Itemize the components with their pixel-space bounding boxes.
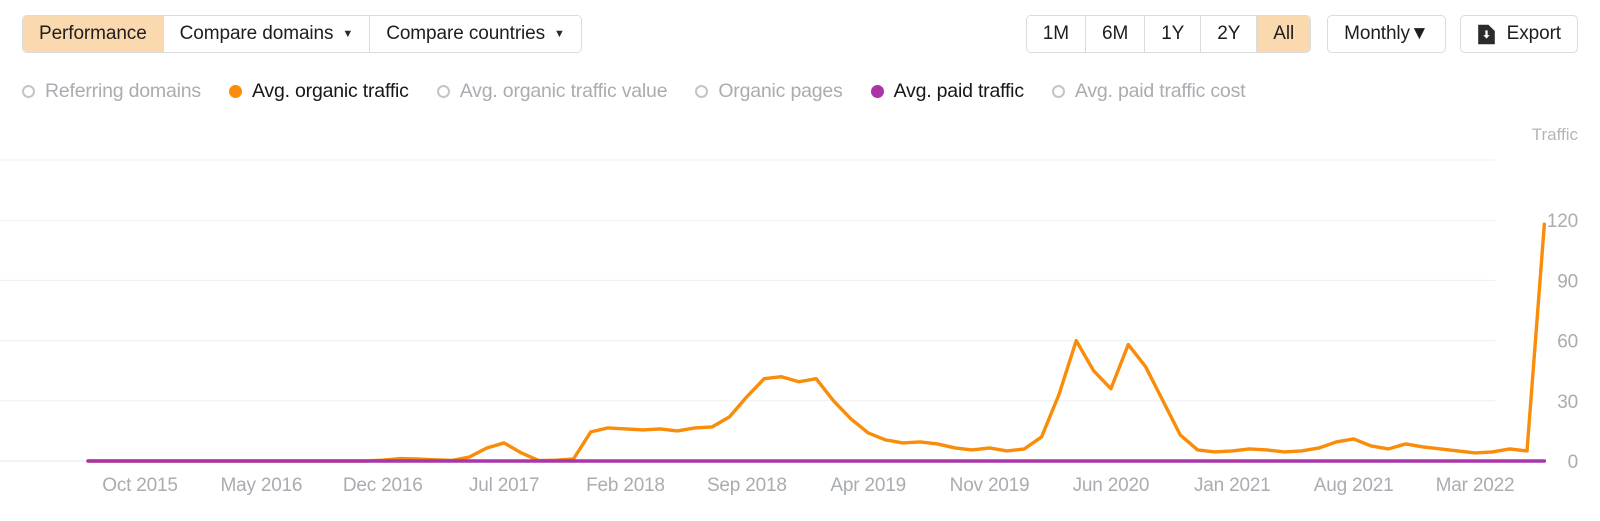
y-axis-tick-label: 0 bbox=[1568, 452, 1578, 473]
chart-gridlines bbox=[0, 159, 1495, 462]
y-axis-tick-label: 30 bbox=[1557, 392, 1578, 413]
y-axis-tick-label: 120 bbox=[1547, 211, 1578, 232]
range-2y[interactable]: 2Y bbox=[1201, 16, 1258, 52]
time-range-group: 1M 6M 1Y 2Y All bbox=[1025, 15, 1312, 53]
legend-dot-icon bbox=[1051, 84, 1065, 98]
y-axis-title: Traffic bbox=[1532, 125, 1579, 144]
x-axis-tick-label: Dec 2016 bbox=[343, 475, 423, 496]
legend-item-avg-organic-traffic[interactable]: Avg. organic traffic bbox=[228, 79, 409, 103]
range-all-label: All bbox=[1273, 23, 1295, 44]
legend-dot-icon bbox=[695, 84, 709, 98]
chart-legend: Referring domains Avg. organic traffic A… bbox=[22, 74, 1246, 108]
y-axis-tick-label: 90 bbox=[1557, 271, 1578, 292]
legend-item-referring-domains[interactable]: Referring domains bbox=[22, 80, 201, 103]
tab-compare-countries[interactable]: Compare countries ▼ bbox=[370, 16, 581, 52]
x-axis-tick-label: Apr 2019 bbox=[830, 475, 906, 496]
x-axis-tick-label: Jun 2020 bbox=[1073, 475, 1150, 496]
range-1m-label: 1M bbox=[1042, 23, 1069, 44]
legend-item-avg-organic-traffic-value[interactable]: Avg. organic traffic value bbox=[436, 79, 668, 103]
legend-dot-icon bbox=[22, 84, 35, 98]
granularity-label: Monthly bbox=[1344, 23, 1410, 44]
legend-label: Organic pages bbox=[718, 79, 843, 102]
legend-label: Referring domains bbox=[45, 79, 201, 102]
x-axis-labels: Oct 2015 May 2016 Dec 2016 Jul 2017 Feb 2018… bbox=[102, 475, 1514, 496]
y-axis-tick-label: 60 bbox=[1557, 332, 1578, 353]
range-6m[interactable]: 6M bbox=[1086, 16, 1146, 52]
x-axis-tick-label: Feb 2018 bbox=[586, 475, 665, 496]
chevron-down-icon: ▼ bbox=[1409, 23, 1429, 44]
export-button[interactable]: Export bbox=[1459, 15, 1578, 53]
granularity-dropdown[interactable]: Monthly ▼ bbox=[1327, 15, 1446, 53]
tab-compare-domains-label: Compare domains bbox=[179, 23, 334, 44]
series-line bbox=[86, 222, 1547, 463]
toolbar-left-group: Performance Compare domains ▼ Compare co… bbox=[22, 15, 582, 53]
x-axis-tick-label: Mar 2022 bbox=[1436, 475, 1515, 496]
tab-compare-domains[interactable]: Compare domains ▼ bbox=[163, 16, 371, 52]
range-all[interactable]: All bbox=[1257, 16, 1311, 52]
legend-dot-icon bbox=[436, 84, 450, 98]
x-axis-tick-label: Jan 2021 bbox=[1194, 475, 1271, 496]
legend-dot-icon bbox=[228, 84, 242, 98]
traffic-chart: 120 90 60 30 0 Oct 2015 May 2016 Dec 2016 Jul 2… bbox=[0, 112, 1600, 521]
tab-performance[interactable]: Performance bbox=[23, 16, 164, 52]
legend-item-organic-pages[interactable]: Organic pages bbox=[695, 79, 843, 103]
export-label: Export bbox=[1506, 23, 1561, 44]
tab-compare-countries-label: Compare countries bbox=[386, 23, 546, 44]
chart-series-layer bbox=[86, 222, 1547, 463]
traffic-chart-svg: 120 90 60 30 0 Oct 2015 May 2016 Dec 2016 Jul 2… bbox=[0, 125, 1579, 496]
legend-dot-icon bbox=[870, 84, 884, 98]
range-2y-label: 2Y bbox=[1217, 23, 1241, 44]
file-download-icon bbox=[1477, 24, 1495, 44]
chevron-down-icon: ▼ bbox=[342, 27, 354, 40]
range-6m-label: 6M bbox=[1102, 23, 1129, 44]
legend-item-avg-paid-traffic[interactable]: Avg. paid traffic bbox=[870, 79, 1024, 103]
range-1m[interactable]: 1M bbox=[1026, 16, 1086, 52]
legend-label: Avg. organic traffic value bbox=[459, 79, 668, 102]
x-axis-tick-label: May 2016 bbox=[220, 475, 302, 496]
legend-label: Avg. paid traffic bbox=[893, 79, 1024, 102]
x-axis-tick-label: Oct 2015 bbox=[102, 475, 178, 496]
toolbar-right-group: 1M 6M 1Y 2Y All Monthly ▼ Export bbox=[1025, 15, 1578, 53]
view-tab-group: Performance Compare domains ▼ Compare co… bbox=[22, 15, 582, 53]
x-axis-tick-label: Jul 2017 bbox=[469, 475, 539, 496]
x-axis-tick-label: Nov 2019 bbox=[950, 475, 1030, 496]
range-1y-label: 1Y bbox=[1161, 23, 1185, 44]
x-axis-tick-label: Sep 2018 bbox=[707, 475, 787, 496]
chart-toolbar: Performance Compare domains ▼ Compare co… bbox=[0, 0, 1600, 68]
legend-label: Avg. paid traffic cost bbox=[1074, 79, 1246, 102]
legend-label: Avg. organic traffic bbox=[251, 79, 409, 102]
tab-performance-label: Performance bbox=[39, 23, 147, 44]
x-axis-tick-label: Aug 2021 bbox=[1314, 475, 1394, 496]
legend-item-avg-paid-traffic-cost[interactable]: Avg. paid traffic cost bbox=[1051, 79, 1246, 103]
range-1y[interactable]: 1Y bbox=[1145, 16, 1202, 52]
chevron-down-icon: ▼ bbox=[554, 27, 565, 40]
y-axis-labels: 120 90 60 30 0 bbox=[1547, 211, 1578, 473]
